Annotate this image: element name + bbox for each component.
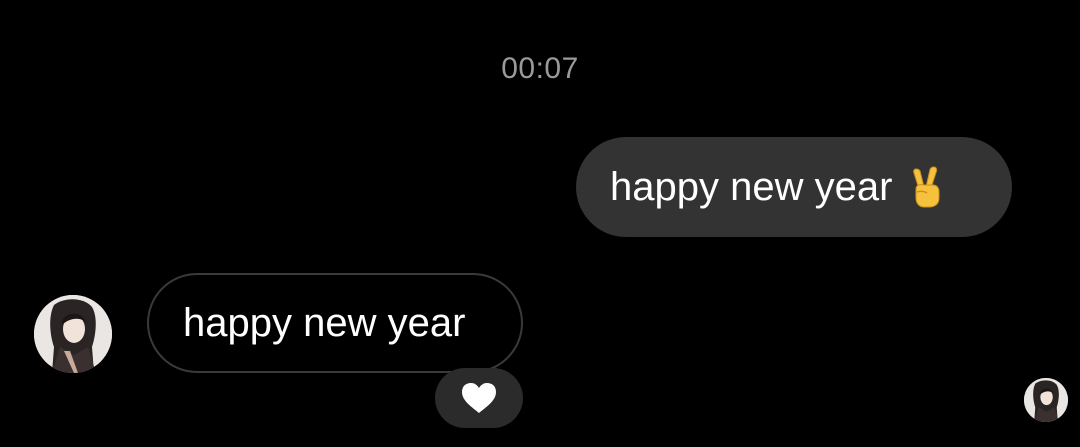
message-reaction[interactable] (435, 368, 523, 428)
outgoing-message-bubble[interactable]: happy new year (576, 137, 1012, 237)
chat-thread: 00:07 happy new year happy new year (0, 0, 1080, 447)
sender-avatar-icon[interactable] (34, 295, 112, 373)
incoming-message-bubble[interactable]: happy new year (147, 273, 523, 373)
seen-receipt-avatar-icon (1024, 378, 1068, 422)
message-timestamp: 00:07 (501, 52, 579, 85)
victory-hand-emoji-icon (908, 165, 944, 209)
outgoing-message-text: happy new year (610, 164, 893, 209)
incoming-message-text: happy new year (183, 300, 466, 345)
white-heart-icon (460, 381, 498, 415)
